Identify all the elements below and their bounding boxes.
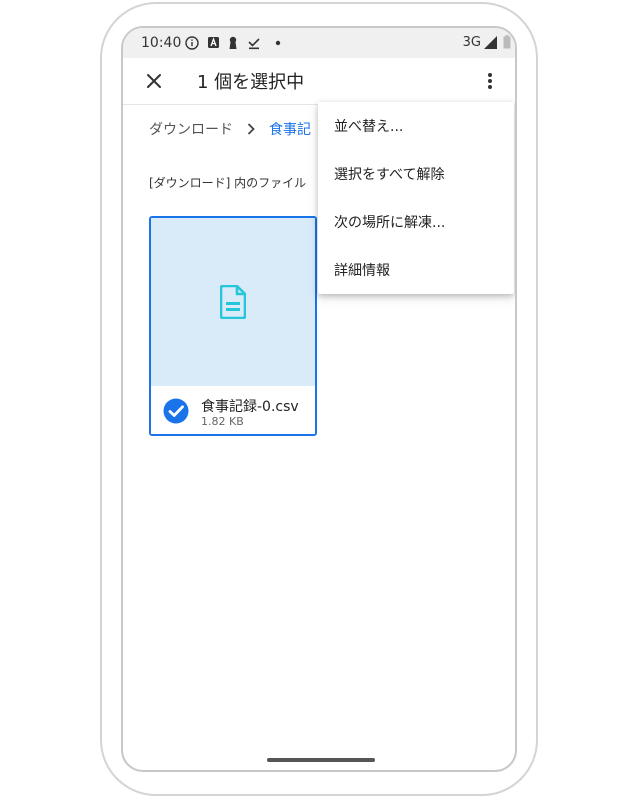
app-bar: 1 個を選択中 (123, 58, 515, 104)
keyhole-icon (229, 36, 237, 49)
file-name: 食事記録-0.csv (201, 399, 299, 415)
close-icon (147, 74, 161, 88)
status-bar: 10:40 3G (123, 28, 515, 58)
overflow-menu: 並べ替え... 選択をすべて解除 次の場所に解凍... 詳細情報 (318, 102, 514, 294)
menu-item-sort[interactable]: 並べ替え... (318, 102, 514, 150)
battery-icon (503, 35, 511, 49)
breadcrumb-root[interactable]: ダウンロード (149, 119, 233, 139)
more-vert-icon (488, 73, 492, 89)
selected-check-icon[interactable] (163, 398, 189, 424)
signal-icon (484, 36, 497, 49)
download-done-icon (248, 38, 260, 50)
breadcrumb: ダウンロード 食事記 (149, 118, 311, 140)
menu-item-details[interactable]: 詳細情報 (318, 246, 514, 294)
selection-title: 1 個を選択中 (197, 72, 305, 93)
status-time: 10:40 (141, 35, 182, 51)
file-card[interactable]: 食事記録-0.csv 1.82 KB (149, 216, 317, 436)
phone-screen: 10:40 3G 1 個を選択中 ダウンロード 食事記 [ダウンロード] 内のフ… (121, 26, 517, 772)
info-icon (185, 36, 199, 50)
breadcrumb-current[interactable]: 食事記 (269, 119, 311, 139)
chevron-right-icon (247, 123, 255, 135)
more-options-button[interactable] (475, 66, 505, 96)
file-card-footer: 食事記録-0.csv 1.82 KB (151, 386, 315, 434)
menu-item-deselect-all[interactable]: 選択をすべて解除 (318, 150, 514, 198)
file-thumbnail (151, 218, 315, 386)
dot-icon (275, 40, 281, 46)
gesture-nav-bar[interactable] (267, 758, 375, 762)
menu-item-extract-to[interactable]: 次の場所に解凍... (318, 198, 514, 246)
network-type: 3G (462, 35, 481, 50)
section-label: [ダウンロード] 内のファイル (149, 176, 307, 190)
breadcrumb-separator (247, 123, 255, 135)
close-button[interactable] (139, 66, 169, 96)
document-icon (220, 285, 246, 319)
file-size: 1.82 KB (201, 415, 244, 428)
a-badge-icon (208, 37, 219, 48)
